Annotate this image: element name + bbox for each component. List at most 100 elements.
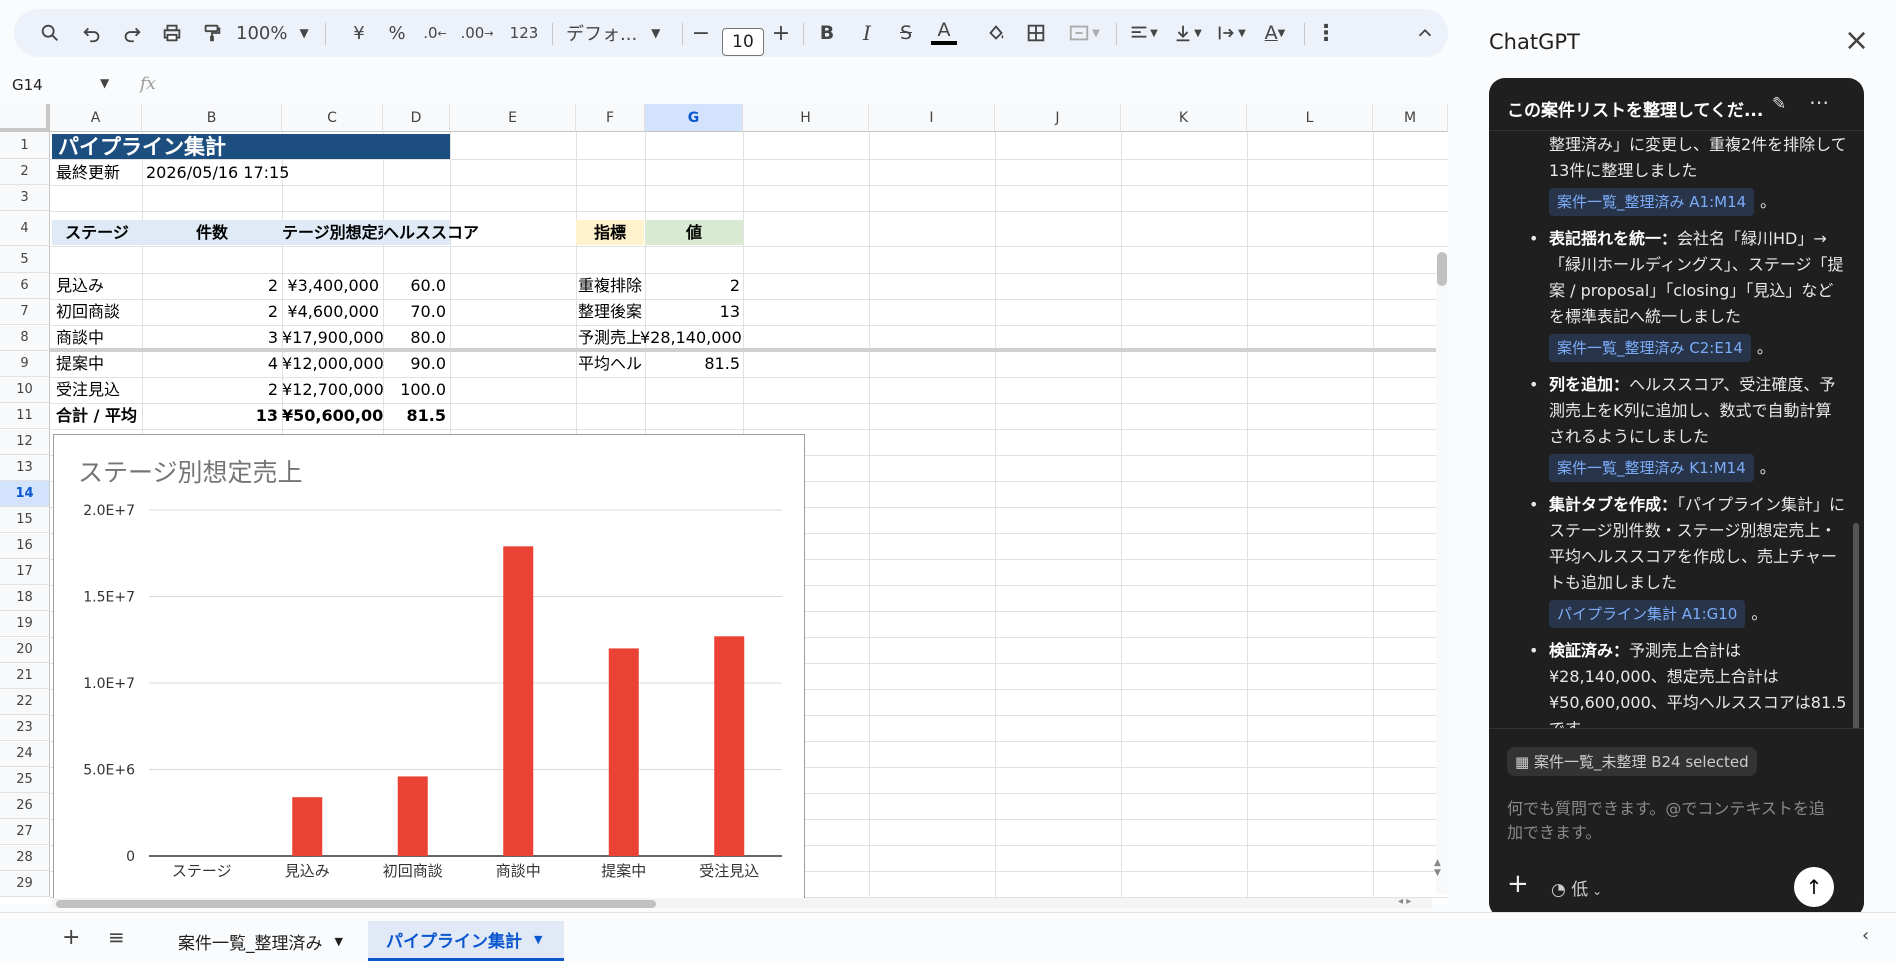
data-cell[interactable]: 初回商談 (52, 299, 142, 325)
range-chip[interactable]: 案件一覧_整理済み C2:E14 (1549, 334, 1751, 362)
vertical-scrollbar[interactable] (1436, 254, 1448, 894)
edit-icon[interactable]: ✎ (1772, 94, 1786, 114)
row-header[interactable]: 2 (0, 159, 50, 185)
chevron-left-icon[interactable]: ‹ (1862, 925, 1869, 946)
metric-value[interactable]: ¥28,140,000 (640, 325, 743, 351)
row-header[interactable]: 8 (0, 325, 50, 351)
zoom-select[interactable]: 100% ▼ (236, 9, 314, 57)
currency-button[interactable]: ¥ (344, 9, 374, 57)
metric-name[interactable]: 重複排除 (576, 273, 644, 299)
column-header[interactable]: H (743, 104, 869, 132)
row-header[interactable]: 21 (0, 663, 50, 689)
more-icon[interactable]: ⋯ (1809, 90, 1829, 114)
row-header[interactable]: 25 (0, 767, 50, 793)
print-icon[interactable] (156, 9, 188, 57)
borders-icon[interactable] (1020, 9, 1052, 57)
data-cell[interactable]: 2 (142, 273, 282, 299)
row-header[interactable]: 28 (0, 845, 50, 871)
column-header[interactable]: M (1373, 104, 1448, 132)
row-header[interactable]: 13 (0, 455, 50, 481)
bar[interactable] (292, 797, 323, 856)
row-header[interactable]: 29 (0, 871, 50, 897)
row-header[interactable]: 22 (0, 689, 50, 715)
range-chip[interactable]: 案件一覧_整理済み K1:M14 (1549, 454, 1754, 482)
context-chip[interactable]: ▦ 案件一覧_未整理 B24 selected (1507, 747, 1757, 776)
paint-format-icon[interactable] (196, 9, 228, 57)
row-header[interactable]: 26 (0, 793, 50, 819)
row-header[interactable]: 3 (0, 185, 50, 211)
data-cell[interactable]: 2 (142, 299, 282, 325)
row-header[interactable]: 16 (0, 533, 50, 559)
row-header[interactable]: 17 (0, 559, 50, 585)
chat-input[interactable]: 何でも質問できます。@でコンテキストを追加できます。 (1507, 797, 1837, 845)
data-cell[interactable]: 4 (142, 351, 282, 377)
row-header[interactable]: 10 (0, 377, 50, 403)
redo-icon[interactable] (116, 9, 148, 57)
data-cell[interactable]: ¥12,700,000 (282, 377, 383, 403)
bar[interactable] (608, 648, 639, 856)
data-cell[interactable]: 80.0 (383, 325, 450, 351)
data-cell[interactable]: ¥4,600,000 (282, 299, 383, 325)
bar[interactable] (714, 636, 745, 856)
column-header[interactable]: C (282, 104, 383, 132)
collapse-icon[interactable] (1410, 9, 1440, 57)
percent-button[interactable]: % (382, 9, 412, 57)
text-wrap-icon[interactable]: ▼ (1210, 9, 1252, 57)
data-cell[interactable]: 100.0 (383, 377, 450, 403)
data-cell[interactable]: 90.0 (383, 351, 450, 377)
more-icon[interactable]: ⋮ (1312, 9, 1340, 57)
valign-icon[interactable]: ▼ (1166, 9, 1208, 57)
metric-value[interactable]: 81.5 (640, 351, 743, 377)
close-icon[interactable]: × (1844, 26, 1869, 56)
strikethrough-icon[interactable]: S (890, 9, 922, 57)
data-cell[interactable]: ¥3,400,000 (282, 273, 383, 299)
sheet-grid[interactable]: ABCDEFGHIJKLM 1 2 3 4 5 6 7 8 9 10 11 12 13 14 15 16 17 1… (0, 104, 1448, 904)
row-header[interactable]: 6 (0, 273, 50, 299)
total-cell[interactable]: ¥50,600,000 (282, 403, 383, 429)
undo-icon[interactable] (76, 9, 108, 57)
total-cell[interactable]: 合計 / 平均 (52, 403, 142, 429)
data-cell[interactable]: 提案中 (52, 351, 142, 377)
data-cell[interactable]: 商談中 (52, 325, 142, 351)
font-size-input[interactable]: 10 (722, 28, 764, 56)
column-header[interactable]: A (50, 104, 142, 132)
number-format-button[interactable]: 123 (504, 9, 544, 57)
total-cell[interactable]: 13 (142, 403, 282, 429)
vertical-scroll-thumb[interactable] (1437, 252, 1447, 286)
row-header[interactable]: 7 (0, 299, 50, 325)
row-header[interactable]: 12 (0, 429, 50, 455)
data-cell[interactable]: 3 (142, 325, 282, 351)
row-header[interactable]: 4 (0, 211, 50, 246)
font-select[interactable]: デフォ... ▼ (566, 9, 676, 57)
text-rotate-icon[interactable]: A ▼ (1254, 9, 1296, 57)
tab-sheet-1[interactable]: 案件一覧_整理済み ▼ (160, 921, 366, 961)
data-cell[interactable]: 見込み (52, 273, 142, 299)
column-header[interactable]: D (383, 104, 450, 132)
data-cell[interactable]: 2 (142, 377, 282, 403)
column-header[interactable]: E (450, 104, 576, 132)
merge-icon[interactable]: ▼ (1060, 9, 1108, 57)
column-header[interactable]: G (645, 104, 743, 132)
row-header[interactable]: 11 (0, 403, 50, 429)
decimal-increase-button[interactable]: .00 → (458, 9, 496, 57)
effort-selector[interactable]: ◔ 低 ⌄ (1551, 875, 1602, 900)
data-cell[interactable]: 受注見込 (52, 377, 142, 403)
row-header[interactable]: 9 (0, 351, 50, 377)
column-header[interactable]: B (142, 104, 282, 132)
name-box[interactable]: G14 (12, 76, 43, 94)
column-header[interactable]: J (995, 104, 1121, 132)
column-header[interactable]: F (576, 104, 645, 132)
row-header[interactable]: 5 (0, 246, 50, 273)
search-icon[interactable] (34, 9, 66, 57)
metric-name[interactable]: 予測売上 (576, 325, 644, 351)
range-chip[interactable]: パイプライン集計 A1:G10 (1549, 600, 1746, 628)
row-header[interactable]: 23 (0, 715, 50, 741)
metric-name[interactable]: 平均ヘル (576, 351, 644, 377)
row-header[interactable]: 14 (0, 481, 50, 507)
row-header[interactable]: 15 (0, 507, 50, 533)
column-header[interactable]: K (1121, 104, 1247, 132)
font-size-increase-button[interactable]: + (766, 9, 796, 57)
range-chip[interactable]: 案件一覧_整理済み A1:M14 (1549, 188, 1755, 216)
chevron-down-icon[interactable]: ▼ (100, 76, 109, 90)
row-header[interactable]: 24 (0, 741, 50, 767)
